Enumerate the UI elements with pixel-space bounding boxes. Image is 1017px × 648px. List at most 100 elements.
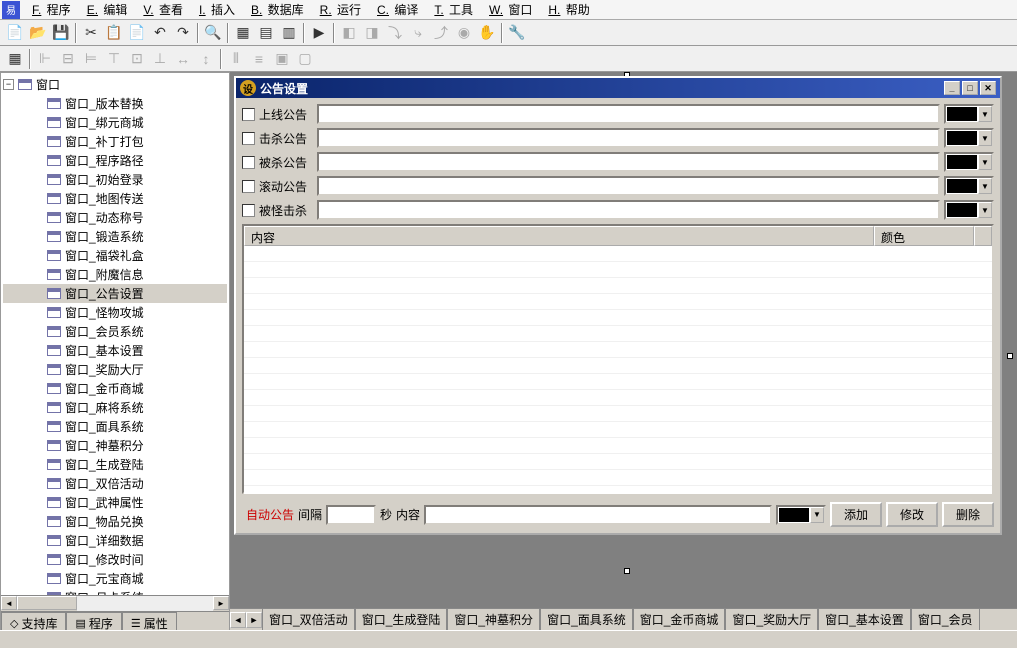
tree-item[interactable]: 窗口_附魔信息 bbox=[3, 265, 227, 284]
row-color-combo[interactable]: ▼ bbox=[944, 200, 994, 220]
tree-h-scrollbar[interactable]: ◄► bbox=[1, 595, 229, 611]
menu-c[interactable]: C. 编译 bbox=[369, 0, 426, 20]
center-v-icon: ▢ bbox=[294, 48, 316, 70]
tree-item-label: 窗口_绑元商城 bbox=[65, 114, 144, 131]
editor-tab[interactable]: 窗口_金币商城 bbox=[633, 609, 726, 631]
menu-e[interactable]: E. 编辑 bbox=[79, 0, 136, 20]
editor-tab[interactable]: 窗口_双倍活动 bbox=[262, 609, 355, 631]
menu-v[interactable]: V. 查看 bbox=[135, 0, 191, 20]
announcement-listview[interactable]: 内容 颜色 bbox=[242, 224, 994, 494]
row-checkbox[interactable] bbox=[242, 180, 255, 193]
modify-button[interactable]: 修改 bbox=[886, 502, 938, 527]
tree-item[interactable]: 窗口_金币商城 bbox=[3, 379, 227, 398]
tree-item[interactable]: 窗口_双倍活动 bbox=[3, 474, 227, 493]
row-text-input[interactable] bbox=[317, 128, 940, 148]
row-color-combo[interactable]: ▼ bbox=[944, 176, 994, 196]
wizard-icon[interactable]: 🔧 bbox=[506, 22, 528, 44]
tree-item[interactable]: 窗口_补丁打包 bbox=[3, 132, 227, 151]
auto-color-combo[interactable]: ▼ bbox=[776, 505, 826, 525]
row-checkbox[interactable] bbox=[242, 108, 255, 121]
row-checkbox[interactable] bbox=[242, 204, 255, 217]
editor-tab[interactable]: 窗口_面具系统 bbox=[540, 609, 633, 631]
minimize-button[interactable]: _ bbox=[944, 81, 960, 95]
run-icon[interactable]: ▶ bbox=[308, 22, 330, 44]
tab-scroll-left[interactable]: ◄ bbox=[230, 612, 246, 628]
tree-item[interactable]: 窗口_锻造系统 bbox=[3, 227, 227, 246]
row-color-combo[interactable]: ▼ bbox=[944, 128, 994, 148]
tree-item[interactable]: 窗口_详细数据 bbox=[3, 531, 227, 550]
menu-f[interactable]: F. 程序 bbox=[24, 0, 79, 20]
tree-item[interactable]: 窗口_麻将系统 bbox=[3, 398, 227, 417]
menu-w[interactable]: W. 窗口 bbox=[481, 0, 540, 20]
tree-item[interactable]: 窗口_初始登录 bbox=[3, 170, 227, 189]
col-color[interactable]: 颜色 bbox=[874, 226, 974, 246]
tree-item-label: 窗口_锻造系统 bbox=[65, 228, 144, 245]
editor-tab[interactable]: 窗口_基本设置 bbox=[818, 609, 911, 631]
editor-tab[interactable]: 窗口_神墓积分 bbox=[447, 609, 540, 631]
row-color-combo[interactable]: ▼ bbox=[944, 104, 994, 124]
save-icon[interactable]: 💾 bbox=[50, 22, 72, 44]
close-button[interactable]: ✕ bbox=[980, 81, 996, 95]
tree-item[interactable]: 窗口_修改时间 bbox=[3, 550, 227, 569]
project-tree[interactable]: − 窗口 窗口_版本替换窗口_绑元商城窗口_补丁打包窗口_程序路径窗口_初始登录… bbox=[1, 73, 229, 595]
find-icon[interactable]: 🔍 bbox=[202, 22, 224, 44]
tree-item[interactable]: 窗口_武神属性 bbox=[3, 493, 227, 512]
form-titlebar: 设 公告设置 _ □ ✕ bbox=[236, 78, 1000, 98]
tab-scroll-right[interactable]: ► bbox=[246, 612, 262, 628]
menu-b[interactable]: B. 数据库 bbox=[243, 0, 312, 20]
tree-item[interactable]: 窗口_动态称号 bbox=[3, 208, 227, 227]
redo-icon[interactable]: ↷ bbox=[172, 22, 194, 44]
row-text-input[interactable] bbox=[317, 152, 940, 172]
paste-icon[interactable]: 📄 bbox=[126, 22, 148, 44]
tree-item[interactable]: 窗口_物品兑换 bbox=[3, 512, 227, 531]
tree-item[interactable]: 窗口_地图传送 bbox=[3, 189, 227, 208]
menu-r[interactable]: R. 运行 bbox=[312, 0, 369, 20]
col-content[interactable]: 内容 bbox=[244, 226, 874, 246]
form-window[interactable]: 设 公告设置 _ □ ✕ 上线公告▼击杀公告▼被杀公告▼滚动公告▼被怪击杀▼ 内… bbox=[234, 76, 1002, 535]
editor-tab[interactable]: 窗口_会员 bbox=[911, 609, 980, 631]
tree-item[interactable]: 窗口_月卡系统 bbox=[3, 588, 227, 595]
menu-t[interactable]: T. 工具 bbox=[426, 0, 481, 20]
layout2-icon[interactable]: ▤ bbox=[255, 22, 277, 44]
grid-icon[interactable]: ▦ bbox=[4, 48, 26, 70]
tree-item[interactable]: 窗口_怪物攻城 bbox=[3, 303, 227, 322]
tree-item[interactable]: 窗口_绑元商城 bbox=[3, 113, 227, 132]
tree-item[interactable]: 窗口_基本设置 bbox=[3, 341, 227, 360]
tree-collapse-icon[interactable]: − bbox=[3, 79, 14, 90]
form-designer[interactable]: 设 公告设置 _ □ ✕ 上线公告▼击杀公告▼被杀公告▼滚动公告▼被怪击杀▼ 内… bbox=[230, 72, 1017, 634]
tree-item[interactable]: 窗口_奖励大厅 bbox=[3, 360, 227, 379]
tree-item[interactable]: 窗口_神墓积分 bbox=[3, 436, 227, 455]
row-text-input[interactable] bbox=[317, 104, 940, 124]
tree-item-label: 窗口_地图传送 bbox=[65, 190, 144, 207]
cut-icon[interactable]: ✂ bbox=[80, 22, 102, 44]
new-file-icon[interactable]: 📄 bbox=[4, 22, 26, 44]
maximize-button[interactable]: □ bbox=[962, 81, 978, 95]
copy-icon[interactable]: 📋 bbox=[103, 22, 125, 44]
row-color-combo[interactable]: ▼ bbox=[944, 152, 994, 172]
content-input[interactable] bbox=[424, 505, 772, 525]
editor-tab[interactable]: 窗口_奖励大厅 bbox=[725, 609, 818, 631]
tree-item[interactable]: 窗口_程序路径 bbox=[3, 151, 227, 170]
add-button[interactable]: 添加 bbox=[830, 502, 882, 527]
row-checkbox[interactable] bbox=[242, 132, 255, 145]
layout1-icon[interactable]: ▦ bbox=[232, 22, 254, 44]
tree-item[interactable]: 窗口_生成登陆 bbox=[3, 455, 227, 474]
editor-tab[interactable]: 窗口_生成登陆 bbox=[355, 609, 448, 631]
delete-button[interactable]: 删除 bbox=[942, 502, 994, 527]
row-text-input[interactable] bbox=[317, 176, 940, 196]
tree-item[interactable]: 窗口_福袋礼盒 bbox=[3, 246, 227, 265]
interval-input[interactable] bbox=[326, 505, 376, 525]
undo-icon[interactable]: ↶ bbox=[149, 22, 171, 44]
layout3-icon[interactable]: ▥ bbox=[278, 22, 300, 44]
tree-item[interactable]: 窗口_元宝商城 bbox=[3, 569, 227, 588]
tree-item[interactable]: 窗口_版本替换 bbox=[3, 94, 227, 113]
menu-h[interactable]: H. 帮助 bbox=[540, 0, 597, 20]
tree-item[interactable]: 窗口_会员系统 bbox=[3, 322, 227, 341]
tree-item[interactable]: 窗口_面具系统 bbox=[3, 417, 227, 436]
menu-i[interactable]: I. 插入 bbox=[191, 0, 243, 20]
open-file-icon[interactable]: 📂 bbox=[27, 22, 49, 44]
row-text-input[interactable] bbox=[317, 200, 940, 220]
tree-item[interactable]: 窗口_公告设置 bbox=[3, 284, 227, 303]
row-checkbox[interactable] bbox=[242, 156, 255, 169]
listview-body[interactable] bbox=[244, 246, 992, 494]
